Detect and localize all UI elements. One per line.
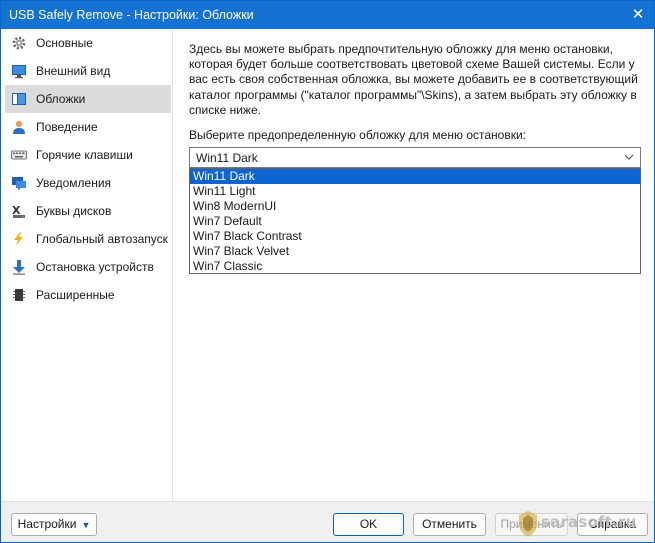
- monitor-icon: [11, 63, 27, 79]
- chip-icon: [11, 287, 27, 303]
- settings-window: USB Safely Remove - Настройки: Обложки ✕…: [0, 0, 655, 543]
- sidebar-item-notifications[interactable]: Уведомления: [5, 169, 171, 197]
- sidebar-item-drive-letters[interactable]: X Буквы дисков: [5, 197, 171, 225]
- sidebar-item-label: Внешний вид: [36, 64, 111, 78]
- lightning-icon: [11, 231, 27, 247]
- ok-button[interactable]: OK: [333, 513, 404, 536]
- sidebar-item-label: Расширенные: [36, 288, 115, 302]
- skin-select[interactable]: Win11 Dark: [189, 147, 641, 168]
- skin-dropdown-list: Win11 Dark Win11 Light Win8 ModernUI Win…: [189, 168, 641, 274]
- skin-select-label: Выберите предопределенную обложку для ме…: [189, 128, 526, 142]
- description-line: каталог программы ("каталог программы"\S…: [189, 87, 637, 102]
- skin-option[interactable]: Win7 Default: [190, 214, 640, 229]
- title-bar[interactable]: USB Safely Remove - Настройки: Обложки ✕: [1, 1, 654, 29]
- notification-icon: [11, 175, 27, 191]
- sidebar-item-label: Горячие клавиши: [36, 148, 133, 162]
- user-icon: [11, 119, 27, 135]
- sidebar-item-label: Основные: [36, 36, 93, 50]
- gear-icon: [11, 35, 27, 51]
- chevron-down-icon[interactable]: [623, 150, 635, 164]
- skin-option[interactable]: Win11 Light: [190, 184, 640, 199]
- skin-option[interactable]: Win7 Black Contrast: [190, 229, 640, 244]
- sidebar-item-device-stop[interactable]: Остановка устройств: [5, 253, 171, 281]
- sidebar-nav: Основные Внешний вид Обложки Поведение Г…: [1, 29, 173, 501]
- skin-option[interactable]: Win7 Classic: [190, 259, 640, 274]
- sidebar-item-label: Глобальный автозапуск: [36, 232, 168, 246]
- sidebar-item-appearance[interactable]: Внешний вид: [5, 57, 171, 85]
- sidebar-item-label: Остановка устройств: [36, 260, 154, 274]
- window-title: USB Safely Remove - Настройки: Обложки: [9, 8, 254, 22]
- dropdown-arrow-icon: ▼: [81, 520, 91, 530]
- cancel-button[interactable]: Отменить: [413, 513, 486, 536]
- skin-select-value: Win11 Dark: [196, 151, 258, 165]
- skin-option[interactable]: Win7 Black Velvet: [190, 244, 640, 259]
- keyboard-icon: [11, 147, 27, 163]
- sidebar-item-behavior[interactable]: Поведение: [5, 113, 171, 141]
- sidebar-item-advanced[interactable]: Расширенные: [5, 281, 171, 309]
- watermark-logo-icon: [517, 510, 539, 541]
- description-line: списке ниже.: [189, 102, 261, 117]
- settings-button-label: Настройки: [17, 517, 77, 531]
- settings-menu-button[interactable]: Настройки ▼: [11, 513, 97, 536]
- description-line: которая будет больше соответствовать цве…: [189, 57, 635, 72]
- sidebar-item-label: Буквы дисков: [36, 204, 112, 218]
- sidebar-item-hotkeys[interactable]: Горячие клавиши: [5, 141, 171, 169]
- skin-option[interactable]: Win8 ModernUI: [190, 199, 640, 214]
- watermark-text: sarasoft.ru: [541, 513, 637, 531]
- sidebar-item-skins[interactable]: Обложки: [5, 85, 171, 113]
- description-line: вас есть своя собственная обложка, вы мо…: [189, 72, 638, 87]
- sidebar-item-label: Поведение: [36, 120, 98, 134]
- sidebar-item-label: Уведомления: [36, 176, 112, 190]
- skins-panel: Здесь вы можете выбрать предпочтительную…: [174, 29, 654, 501]
- close-icon[interactable]: ✕: [628, 5, 648, 25]
- sidebar-item-global-autorun[interactable]: Глобальный автозапуск: [5, 225, 171, 253]
- watermark: sarasoft.ru: [513, 506, 653, 540]
- download-arrow-icon: [11, 259, 27, 275]
- sidebar-item-label: Обложки: [36, 92, 86, 106]
- skin-icon: [11, 91, 27, 107]
- skin-option[interactable]: Win11 Dark: [190, 169, 640, 184]
- skins-description: Здесь вы можете выбрать предпочтительную…: [189, 42, 645, 118]
- description-line: Здесь вы можете выбрать предпочтительную…: [189, 42, 613, 56]
- sidebar-item-general[interactable]: Основные: [5, 29, 171, 57]
- drive-letter-icon: X: [11, 203, 27, 219]
